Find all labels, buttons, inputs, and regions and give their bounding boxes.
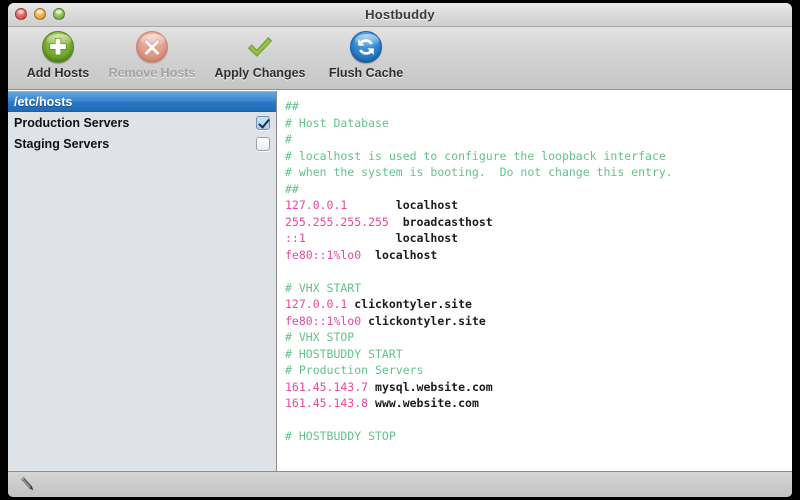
remove-hosts-button[interactable]: Remove Hosts — [102, 27, 202, 80]
hosts-file-editor[interactable]: ## # Host Database # # localhost is used to… — [277, 91, 792, 471]
screen: Hostbuddy Add Hosts Remove Hosts Apply C… — [0, 0, 800, 500]
editor-line: 161.45.143.7 mysql.website.com — [285, 379, 792, 396]
sidebar-item-staging-servers[interactable]: Staging Servers — [8, 133, 276, 154]
editor-token-host: clickontyler.site — [361, 313, 486, 328]
apply-changes-button[interactable]: Apply Changes — [210, 27, 310, 80]
editor-token-ip: 127.0.0.1 — [285, 198, 348, 212]
editor-line: # — [285, 131, 792, 148]
editor-token-comment: # Production Servers — [285, 363, 424, 377]
application-window: Hostbuddy Add Hosts Remove Hosts Apply C… — [8, 3, 792, 497]
add-hosts-label: Add Hosts — [26, 66, 90, 80]
editor-line: ::1 localhost — [285, 230, 792, 247]
editor-token-host: localhost — [305, 231, 459, 245]
close-button[interactable] — [15, 8, 27, 20]
editor-token-comment: # Host Database — [285, 115, 389, 130]
editor-line: fe80::1%lo0 localhost — [285, 247, 792, 264]
editor-token-comment: # HOSTBUDDY START — [285, 346, 403, 361]
editor-token-comment: ## — [285, 99, 299, 113]
editor-token-ip: 161.45.143.8 — [285, 396, 369, 410]
sidebar-item-label: Production Servers — [14, 115, 130, 130]
editor-line: 127.0.0.1 clickontyler.site — [285, 296, 792, 313]
editor-token-comment: ## — [285, 181, 299, 196]
editor-token-ip: fe80::1%lo0 — [285, 247, 362, 262]
editor-line: # Host Database — [285, 115, 792, 132]
staging-servers-checkbox[interactable] — [256, 136, 270, 151]
editor-token-ip: ::1 — [285, 231, 306, 245]
status-bar — [8, 471, 792, 497]
window-title: Hostbuddy — [365, 7, 435, 22]
editor-token-comment: # VHX STOP — [285, 330, 355, 344]
editor-line: # HOSTBUDDY START — [285, 346, 792, 363]
toolbar: Add Hosts Remove Hosts Apply Changes Flu… — [8, 27, 792, 90]
editor-line: # localhost is used to configure the loo… — [285, 148, 792, 165]
editor-line: # when the system is booting. Do not cha… — [285, 164, 792, 181]
editor-line: 255.255.255.255 broadcasthost — [285, 214, 792, 231]
editor-token-comment: # VHX START — [285, 280, 362, 295]
editor-line: # HOSTBUDDY STOP — [285, 428, 792, 445]
flush-cache-label: Flush Cache — [328, 66, 404, 80]
refresh-circle-icon — [349, 30, 383, 64]
editor-token-host: clickontyler.site — [347, 297, 472, 311]
editor-token-ip: 161.45.143.7 — [285, 379, 369, 394]
apply-changes-label: Apply Changes — [214, 66, 306, 80]
editor-token-host: mysql.website.com — [368, 379, 493, 394]
editor-token-ip: 127.0.0.1 — [285, 297, 348, 311]
editor-line: 161.45.143.8 www.website.com — [285, 395, 792, 412]
x-circle-icon — [135, 30, 169, 64]
pencil-icon[interactable] — [18, 475, 38, 495]
editor-line: 127.0.0.1 localhost — [285, 197, 792, 214]
editor-token-host: broadcasthost — [388, 214, 493, 229]
window-controls — [15, 8, 65, 20]
checkmark-icon — [243, 30, 277, 64]
minimize-button[interactable] — [34, 8, 46, 20]
production-servers-checkbox[interactable] — [256, 115, 270, 130]
zoom-button[interactable] — [53, 8, 65, 20]
sidebar-item-etc-hosts[interactable]: /etc/hosts — [8, 91, 276, 112]
plus-circle-icon — [41, 30, 75, 64]
sidebar-item-production-servers[interactable]: Production Servers — [8, 112, 276, 133]
editor-token-host: www.website.com — [368, 396, 479, 410]
editor-line: ## — [285, 181, 792, 198]
sidebar-item-label: /etc/hosts — [14, 94, 73, 109]
editor-token-comment: # HOSTBUDDY STOP — [285, 429, 396, 443]
editor-line: ## — [285, 98, 792, 115]
flush-cache-button[interactable]: Flush Cache — [316, 27, 416, 80]
title-bar: Hostbuddy — [8, 3, 792, 27]
editor-token-comment: # when the system is booting. Do not cha… — [285, 165, 673, 179]
add-hosts-button[interactable]: Add Hosts — [14, 27, 102, 80]
editor-token-ip: fe80::1%lo0 — [285, 313, 362, 328]
editor-token-host: localhost — [361, 247, 438, 262]
editor-line: fe80::1%lo0 clickontyler.site — [285, 313, 792, 330]
editor-token-comment: # localhost is used to configure the loo… — [285, 148, 666, 163]
editor-token-host: localhost — [347, 198, 459, 212]
editor-line: # VHX STOP — [285, 329, 792, 346]
sidebar-item-label: Staging Servers — [14, 136, 110, 151]
hosts-sidebar: /etc/hosts Production Servers Staging Se… — [8, 91, 277, 471]
remove-hosts-label: Remove Hosts — [108, 66, 196, 80]
editor-line: # VHX START — [285, 280, 792, 297]
editor-token-ip: 255.255.255.255 — [285, 214, 389, 229]
main-body: /etc/hosts Production Servers Staging Se… — [8, 90, 792, 471]
editor-line: # Production Servers — [285, 362, 792, 379]
editor-token-comment: # — [285, 132, 292, 146]
